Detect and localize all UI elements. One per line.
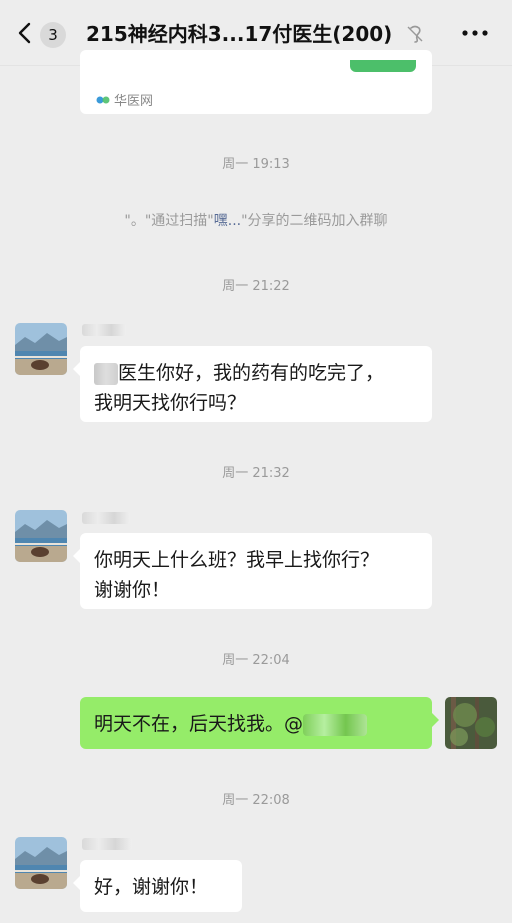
message-text: 你明天上什么班？我早上找你行？ xyxy=(94,549,380,571)
message-bubble[interactable]: 你明天上什么班？我早上找你行？ 谢谢你！ xyxy=(73,533,432,609)
message-bubble-outgoing[interactable]: 明天不在，后天找我。@ xyxy=(80,697,439,749)
avatar-forest-image xyxy=(445,697,497,749)
chat-title: 215神经内科3...17付医生(200) xyxy=(86,22,393,46)
source-logo-icon xyxy=(96,96,110,103)
sender-nickname-blurred xyxy=(82,838,132,850)
blurred-name xyxy=(94,362,118,385)
timestamp: 周一 21:22 xyxy=(222,279,290,294)
message-text: 好，谢谢你！ xyxy=(94,876,209,898)
unread-count-badge[interactable]: 3 xyxy=(40,22,66,48)
timestamp: 周一 19:13 xyxy=(222,157,290,172)
message-text: 明天不在，后天找我。@ xyxy=(94,713,304,735)
sender-nickname-blurred xyxy=(82,324,126,336)
avatar[interactable] xyxy=(15,323,67,375)
timestamp: 周一 21:32 xyxy=(222,466,290,481)
card-source-label: 华医网 xyxy=(114,94,154,109)
avatar-landscape-image xyxy=(15,837,67,889)
system-suffix: "分享的二维码加入群聊 xyxy=(241,213,388,229)
system-prefix: "。"通过扫描" xyxy=(124,213,214,229)
card-action-bar xyxy=(350,60,416,72)
more-icon[interactable] xyxy=(460,22,490,44)
message-text: 我明天找你行吗？ xyxy=(94,392,247,414)
message-text: 医生你好，我的药有的吃完了， xyxy=(118,362,385,384)
message-bubble[interactable]: 好，谢谢你！ xyxy=(73,860,242,912)
sender-nickname-blurred xyxy=(82,512,130,524)
avatar[interactable] xyxy=(15,837,67,889)
timestamp: 周一 22:04 xyxy=(222,653,290,668)
blurred-mention xyxy=(303,713,368,736)
mute-icon xyxy=(407,25,423,43)
avatar[interactable] xyxy=(15,510,67,562)
avatar-landscape-image xyxy=(15,510,67,562)
message-text: 谢谢你！ xyxy=(94,579,171,601)
back-arrow-icon[interactable] xyxy=(14,22,36,44)
card-source: 华医网 xyxy=(96,90,153,109)
system-message: "。"通过扫描"嘿..."分享的二维码加入群聊 xyxy=(0,210,512,230)
message-bubble[interactable]: 医生你好，我的药有的吃完了， 我明天找你行吗？ xyxy=(73,346,432,422)
system-name-link[interactable]: 嘿... xyxy=(214,213,241,229)
timestamp: 周一 22:08 xyxy=(222,793,290,808)
self-avatar[interactable] xyxy=(445,697,497,749)
avatar-landscape-image xyxy=(15,323,67,375)
shared-link-card[interactable]: 华医网 xyxy=(80,50,432,114)
